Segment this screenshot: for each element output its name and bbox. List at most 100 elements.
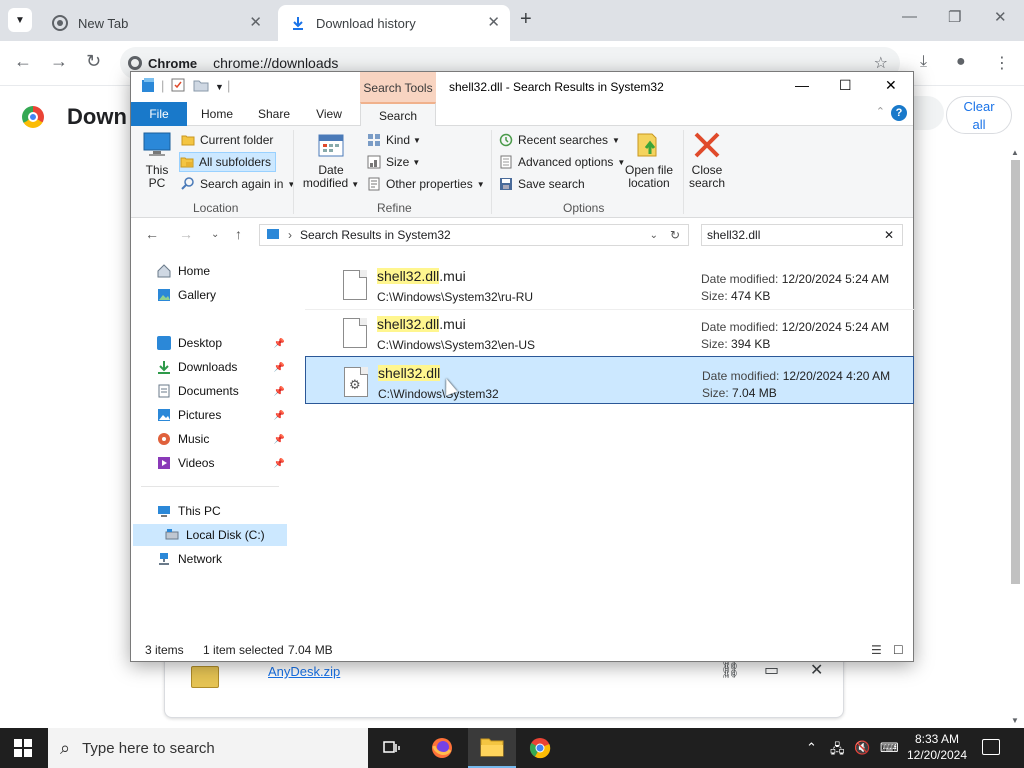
size-button[interactable]: Size ▼ (367, 152, 420, 172)
qat-dropdown-icon[interactable]: ▼ (215, 82, 224, 92)
site-chip[interactable]: Chrome (128, 56, 197, 71)
minimize-icon[interactable]: — (902, 8, 917, 25)
pin-icon[interactable]: 📌 (274, 434, 285, 445)
nav-item-videos[interactable]: Videos 📌 (157, 452, 287, 474)
details-view-icon[interactable]: ☰ (871, 643, 882, 657)
advanced-options-button[interactable]: Advanced options ▼ (499, 152, 625, 172)
firefox-icon[interactable] (418, 728, 466, 768)
volume-muted-icon[interactable]: 🔇 (854, 740, 870, 756)
bookmark-star-icon[interactable]: ☆ (874, 53, 888, 73)
close-icon[interactable]: ✕ (487, 13, 500, 31)
nav-item-network[interactable]: Network (157, 548, 287, 570)
result-row-selected[interactable]: ⚙ shell32.dll C:\Windows\System32 Date m… (305, 356, 914, 404)
pin-icon[interactable]: 📌 (274, 458, 285, 469)
scroll-thumb[interactable] (1011, 160, 1020, 584)
forward-icon[interactable]: → (179, 226, 193, 242)
copy-link-icon[interactable]: ⛓ (720, 660, 740, 680)
network-status-icon[interactable]: 🖧 (830, 740, 845, 762)
show-in-folder-icon[interactable]: ▭ (764, 660, 779, 680)
reload-icon[interactable]: ↻ (86, 51, 101, 72)
back-icon[interactable]: ← (145, 226, 159, 242)
address-dropdown-icon[interactable]: ⌄ (650, 230, 658, 241)
maximize-icon[interactable]: ☐ (839, 77, 852, 94)
close-search-button[interactable]: Close search (687, 130, 727, 190)
pin-icon[interactable]: 📌 (274, 410, 285, 421)
system-clock[interactable]: 8:33 AM 12/20/2024 (902, 731, 972, 763)
pin-icon[interactable]: 📌 (274, 338, 285, 349)
close-window-icon[interactable]: ✕ (994, 8, 1007, 26)
this-pc-button[interactable]: This PC (141, 130, 173, 190)
open-file-location-button[interactable]: Open file location (621, 130, 677, 190)
help-icon[interactable]: ? (891, 105, 907, 121)
menu-icon[interactable]: ⋮ (994, 53, 1010, 73)
file-explorer-window: | ▼ | Search Tools shell32.dll - Search … (130, 71, 914, 662)
new-tab-icon[interactable]: + (520, 8, 532, 31)
tab-share[interactable]: Share (249, 102, 299, 126)
nav-item-local-disk[interactable]: Local Disk (C:) (133, 524, 287, 546)
notifications-icon[interactable] (982, 739, 1000, 755)
tab-file[interactable]: File (131, 102, 187, 126)
tab-search[interactable]: Search (360, 102, 436, 126)
scroll-down-icon[interactable]: ▼ (1011, 716, 1019, 725)
profile-icon[interactable]: ● (956, 53, 966, 71)
explorer-search-input[interactable]: shell32.dll ✕ (701, 224, 903, 246)
close-icon[interactable]: ✕ (249, 13, 262, 31)
date-modified-button[interactable]: Date modified ▼ (299, 130, 363, 191)
page-scrollbar[interactable]: ▲ ▼ (1009, 148, 1022, 728)
show-hidden-icons-icon[interactable]: ⌃ (806, 740, 817, 756)
chrome-taskbar-icon[interactable] (516, 728, 564, 768)
window-title: shell32.dll - Search Results in System32 (449, 80, 664, 94)
explorer-address-bar[interactable]: › Search Results in System32 ⌄ ↻ (259, 224, 689, 246)
nav-item-pictures[interactable]: Pictures 📌 (157, 404, 287, 426)
scroll-up-icon[interactable]: ▲ (1011, 148, 1019, 157)
recent-locations-icon[interactable]: ⌄ (211, 229, 219, 240)
tab-download-history[interactable]: Download history ✕ (278, 5, 510, 41)
downloads-icon[interactable]: ⤓ (920, 53, 927, 71)
current-folder-button[interactable]: Current folder (181, 130, 273, 150)
download-file-link[interactable]: AnyDesk.zip (268, 664, 340, 679)
new-folder-icon[interactable] (193, 78, 209, 95)
kind-button[interactable]: Kind ▼ (367, 130, 421, 150)
nav-item-gallery[interactable]: Gallery (157, 284, 287, 306)
restore-icon[interactable]: ❐ (948, 8, 961, 26)
close-icon[interactable]: ✕ (885, 77, 897, 94)
nav-item-music[interactable]: Music 📌 (157, 428, 287, 450)
up-icon[interactable]: ↑ (235, 226, 242, 242)
all-subfolders-button[interactable]: All subfolders (179, 152, 277, 172)
nav-item-documents[interactable]: Documents 📌 (157, 380, 287, 402)
collapse-ribbon-icon[interactable]: ⌃ (876, 105, 885, 118)
explorer-title-bar: | ▼ | Search Tools shell32.dll - Search … (131, 72, 913, 102)
large-icons-view-icon[interactable]: ☐ (893, 643, 904, 657)
save-search-button[interactable]: Save search (499, 174, 585, 194)
forward-icon[interactable]: → (50, 51, 68, 72)
result-row[interactable]: shell32.dll.mui C:\Windows\System32\ru-R… (305, 260, 914, 308)
taskbar-search-input[interactable]: ⌕ Type here to search (48, 728, 368, 768)
pin-icon[interactable]: 📌 (274, 386, 285, 397)
tab-view[interactable]: View (305, 102, 353, 126)
nav-item-downloads[interactable]: Downloads 📌 (157, 356, 287, 378)
minimize-icon[interactable]: — (795, 77, 809, 93)
clear-all-button[interactable]: Clear all (946, 96, 1012, 134)
tab-search-button[interactable]: ▼ (8, 8, 32, 32)
properties-icon[interactable] (171, 78, 185, 95)
nav-item-this-pc[interactable]: This PC (157, 500, 287, 522)
other-properties-button[interactable]: Other properties ▼ (367, 174, 485, 194)
keyboard-icon[interactable]: ⌨ (880, 740, 899, 756)
back-icon[interactable]: ← (14, 51, 32, 72)
nav-divider (141, 486, 279, 487)
remove-icon[interactable]: ✕ (810, 660, 823, 680)
pin-icon[interactable]: 📌 (274, 362, 285, 373)
task-view-icon[interactable] (368, 728, 416, 768)
result-row[interactable]: shell32.dll.mui C:\Windows\System32\en-U… (305, 308, 914, 356)
refresh-icon[interactable]: ↻ (670, 228, 680, 242)
windows-start-icon[interactable] (14, 739, 32, 757)
clear-search-icon[interactable]: ✕ (884, 225, 894, 245)
file-explorer-taskbar-icon[interactable] (468, 728, 516, 768)
tab-new-tab[interactable]: New Tab ✕ (40, 5, 272, 41)
nav-item-desktop[interactable]: Desktop 📌 (157, 332, 287, 354)
tab-home[interactable]: Home (193, 102, 241, 126)
search-again-in-button[interactable]: Search again in ▼ (181, 174, 295, 194)
nav-item-home[interactable]: Home (157, 260, 287, 282)
downloads-search-field[interactable] (914, 96, 944, 130)
recent-searches-button[interactable]: Recent searches ▼ (499, 130, 620, 150)
